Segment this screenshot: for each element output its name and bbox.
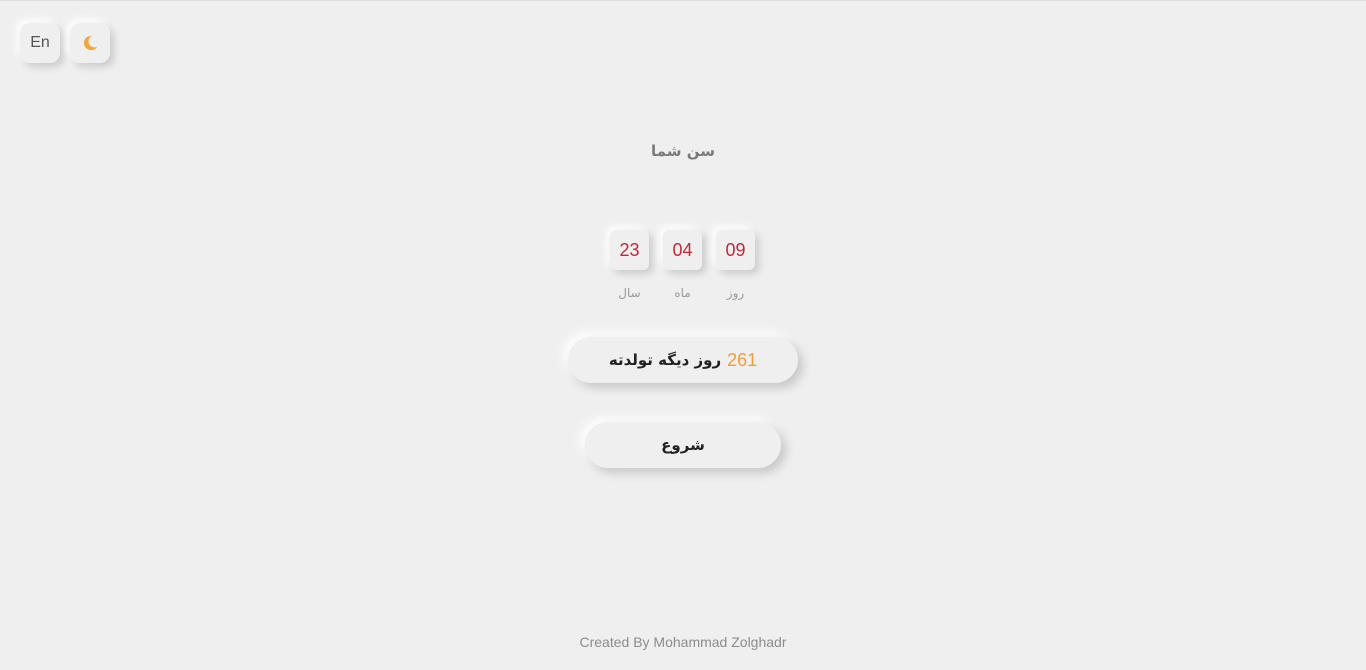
- birthday-countdown: 261 روز دیگه تولدته: [568, 337, 798, 383]
- months-value: 04: [663, 230, 702, 270]
- page-title: سن شما: [651, 142, 715, 160]
- start-button[interactable]: شروع: [585, 422, 781, 468]
- moon-icon: [83, 35, 98, 51]
- months-label: ماه: [674, 286, 691, 300]
- days-value: 09: [716, 230, 755, 270]
- theme-toggle-button[interactable]: [70, 23, 110, 63]
- years-label: سال: [618, 286, 641, 300]
- top-controls: En: [20, 23, 110, 63]
- footer-credit: Created By Mohammad Zolghadr: [579, 634, 787, 650]
- start-button-label: شروع: [661, 436, 705, 454]
- age-days: 09 روز: [716, 230, 755, 300]
- language-toggle-button[interactable]: En: [20, 23, 60, 63]
- years-value: 23: [610, 230, 649, 270]
- age-display: 23 سال 04 ماه 09 روز: [610, 230, 755, 300]
- days-label: روز: [726, 286, 745, 300]
- age-months: 04 ماه: [663, 230, 702, 300]
- countdown-days: 261: [727, 349, 758, 370]
- countdown-text: روز دیگه تولدته: [608, 351, 722, 369]
- age-years: 23 سال: [610, 230, 649, 300]
